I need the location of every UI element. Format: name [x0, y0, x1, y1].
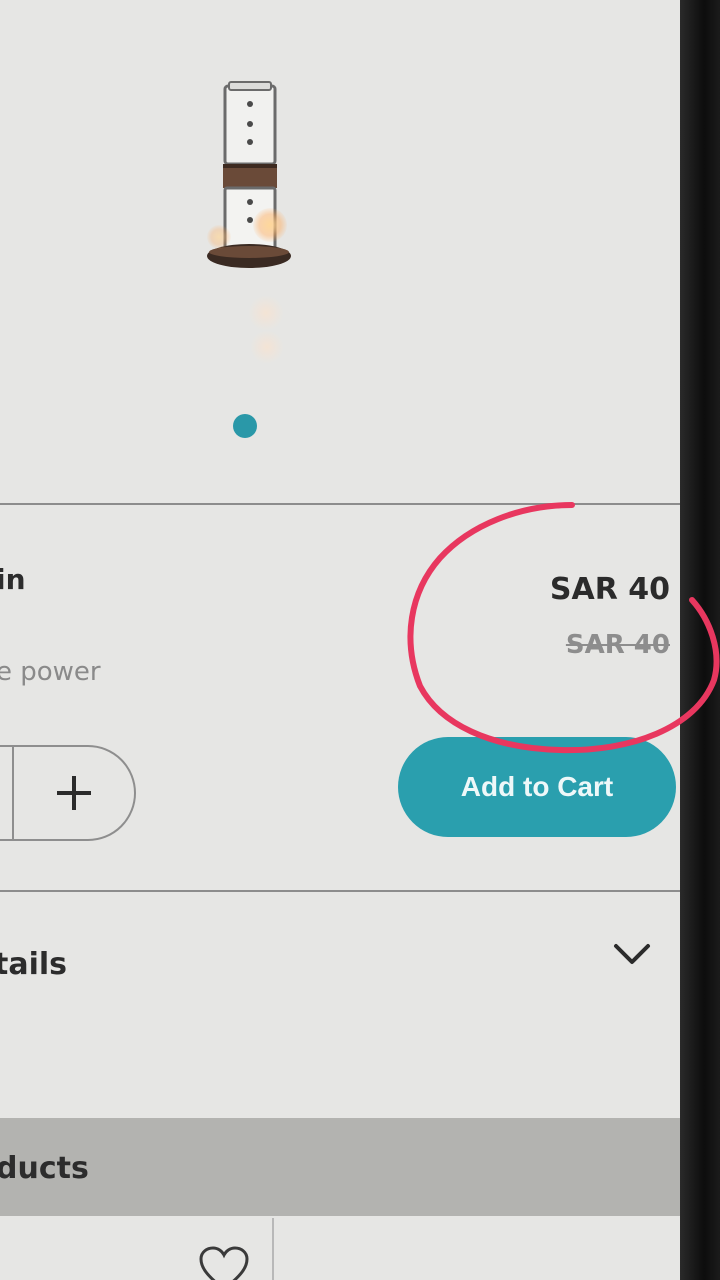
section-divider — [0, 503, 700, 505]
original-price: SAR 40 — [565, 630, 670, 660]
quantity-stepper — [0, 745, 136, 841]
section-divider — [0, 890, 700, 892]
increment-button[interactable] — [14, 747, 134, 839]
glare-reflection — [250, 330, 284, 364]
phone-bezel — [680, 0, 720, 1280]
card-divider — [272, 1218, 274, 1280]
product-price: SAR 40 — [549, 572, 670, 607]
light-glare — [207, 225, 231, 249]
product-description: e power — [0, 657, 101, 687]
glare-reflection — [248, 295, 284, 331]
aeropress-image — [207, 81, 291, 268]
related-products-header — [0, 1118, 700, 1216]
carousel-indicator[interactable] — [233, 414, 257, 438]
details-label[interactable]: tails — [0, 947, 67, 982]
chevron-down-icon[interactable] — [612, 940, 652, 970]
related-products-title: ducts — [0, 1151, 89, 1186]
add-to-cart-button[interactable]: Add to Cart — [398, 737, 676, 837]
heart-icon[interactable] — [198, 1245, 250, 1280]
product-image[interactable] — [205, 80, 295, 280]
product-screen: in e power SAR 40 SAR 40 Add to Cart tai… — [0, 0, 700, 1280]
plus-icon — [57, 776, 91, 810]
light-glare — [253, 208, 287, 242]
product-name: in — [0, 563, 26, 596]
